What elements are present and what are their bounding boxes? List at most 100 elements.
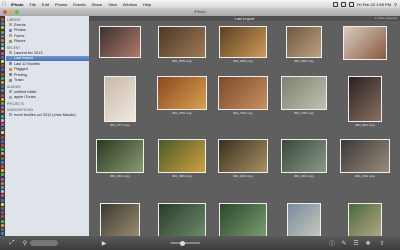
search-input[interactable]: [30, 240, 58, 246]
add-to-icon[interactable]: ✚: [364, 239, 372, 247]
dock-app-icon[interactable]: [1, 165, 4, 168]
dock-app-icon[interactable]: [1, 110, 4, 114]
volume-icon[interactable]: [348, 1, 354, 7]
dock-app-icon[interactable]: [1, 47, 4, 51]
photo-thumbnail[interactable]: [158, 203, 206, 238]
photo-thumbnail[interactable]: [100, 203, 140, 238]
dock-app-icon[interactable]: [1, 93, 4, 97]
photo-thumbnail[interactable]: IMG_3771 copy: [104, 76, 136, 127]
dock-app-icon[interactable]: [1, 106, 4, 110]
dock-app-icon[interactable]: [1, 26, 4, 30]
menu-share[interactable]: Share: [89, 2, 106, 7]
dock-app-icon[interactable]: [1, 219, 4, 223]
dock-app-icon[interactable]: [1, 97, 4, 101]
dock-app-icon[interactable]: [1, 60, 4, 63]
menu-app[interactable]: iPhoto: [8, 2, 26, 7]
minimize-icon[interactable]: [9, 10, 13, 14]
photo-thumbnail[interactable]: [219, 203, 267, 238]
slideshow-icon[interactable]: ▶: [100, 239, 108, 247]
dock-app-icon[interactable]: [1, 81, 4, 84]
dock-app-icon[interactable]: [1, 114, 4, 118]
sidebar-item-excel-feuilles-oct-2012-chez-maude-[interactable]: excel feuilles oct 2012 (chez Maude): [6, 112, 89, 118]
dock-app-icon[interactable]: [1, 55, 4, 59]
photo-thumbnail[interactable]: IMG_3911 copy: [348, 76, 382, 127]
photo-thumbnail[interactable]: [343, 26, 387, 61]
dock-app-icon[interactable]: [1, 194, 4, 198]
menu-window[interactable]: Window: [120, 2, 140, 7]
dock-app-icon[interactable]: [1, 232, 4, 236]
photo-thumbnail[interactable]: IMG_4041 copy: [340, 139, 390, 178]
dock-app-icon[interactable]: [1, 186, 4, 189]
menu-help[interactable]: Help: [140, 2, 154, 7]
dock-app-icon[interactable]: [1, 34, 4, 38]
dock-app-icon[interactable]: [1, 144, 4, 147]
dock-app-icon[interactable]: [1, 228, 4, 231]
info-icon[interactable]: ⓘ: [328, 239, 336, 248]
dock-app-icon[interactable]: [1, 181, 4, 185]
dock-app-icon[interactable]: [1, 160, 4, 164]
edit-icon[interactable]: ✎: [340, 239, 348, 247]
zoom-slider-knob[interactable]: [180, 240, 185, 246]
dock-app-icon[interactable]: [1, 22, 4, 26]
dock-app-icon[interactable]: [1, 102, 4, 105]
zoom-slider[interactable]: [170, 240, 200, 246]
photo-thumbnail[interactable]: IMG_3781 copy: [218, 76, 268, 115]
dock-app-icon[interactable]: [1, 152, 4, 156]
dock-app-icon[interactable]: [1, 135, 4, 139]
dock-app-icon[interactable]: [1, 89, 4, 93]
dock-app-icon[interactable]: [1, 18, 4, 21]
dock-app-icon[interactable]: [1, 85, 4, 89]
menu-file[interactable]: File: [26, 2, 38, 7]
dock-app-icon[interactable]: [1, 118, 4, 122]
sidebar-item-apple-itunes[interactable]: apple iTunes: [6, 95, 89, 101]
photo-thumbnail[interactable]: IMG_3591 copy: [219, 26, 267, 63]
photo-thumbnail[interactable]: IMG_3591 copy: [286, 26, 322, 63]
dock-app-icon[interactable]: [1, 173, 4, 177]
menu-edit[interactable]: Edit: [39, 2, 52, 7]
photo-thumbnail[interactable]: IMG_4031 copy: [218, 139, 268, 178]
dock-app-icon[interactable]: [1, 51, 4, 55]
dock-app-icon[interactable]: [1, 148, 4, 152]
photo-thumbnail[interactable]: IMG_4031 copy: [281, 139, 327, 178]
dock-app-icon[interactable]: [1, 64, 4, 68]
sidebar-item-trash[interactable]: Trash: [6, 78, 89, 84]
dock-app-icon[interactable]: [1, 211, 4, 215]
dock-app-icon[interactable]: [1, 169, 4, 173]
dock-app-icon[interactable]: [1, 207, 4, 210]
fullscreen-icon[interactable]: ⤢: [8, 239, 16, 247]
dock-app-icon[interactable]: [1, 68, 4, 72]
battery-icon[interactable]: [340, 1, 346, 7]
spotlight-icon[interactable]: ⚲: [394, 2, 397, 7]
zoom-icon[interactable]: [15, 10, 19, 14]
photo-thumbnail[interactable]: IMG_3981 copy: [158, 139, 206, 178]
sidebar-item-places[interactable]: Places: [6, 39, 89, 45]
wifi-icon[interactable]: [332, 1, 338, 7]
dock-app-icon[interactable]: [1, 76, 4, 80]
dock-app-icon[interactable]: [1, 123, 4, 126]
search-icon[interactable]: ⚲: [21, 239, 29, 247]
photo-thumbnail[interactable]: IMG_3591 copy: [158, 26, 206, 63]
share-icon[interactable]: ⇧: [378, 239, 386, 247]
dock-app-icon[interactable]: [1, 72, 4, 76]
dock-app-icon[interactable]: [1, 215, 4, 219]
dock-app-icon[interactable]: [1, 39, 4, 42]
dock-app-icon[interactable]: [1, 198, 4, 202]
menu-photos[interactable]: Photos: [52, 2, 70, 7]
create-icon[interactable]: ☰: [352, 239, 360, 247]
menu-view[interactable]: View: [105, 2, 120, 7]
dock-app-icon[interactable]: [1, 30, 4, 34]
dock-app-icon[interactable]: [1, 127, 4, 131]
photo-thumbnail[interactable]: IMG_3781 copy: [157, 76, 207, 115]
dock-app-icon[interactable]: [1, 156, 4, 160]
dock-app-icon[interactable]: [1, 131, 4, 135]
dock-app-icon[interactable]: [1, 190, 4, 194]
photo-thumbnail[interactable]: IMG_3931 copy: [96, 139, 144, 178]
photo-thumbnail[interactable]: [99, 26, 141, 59]
apple-menu-icon[interactable]: : [0, 1, 8, 7]
dock-app-icon[interactable]: [1, 43, 4, 47]
dock-app-icon[interactable]: [1, 202, 4, 206]
close-icon[interactable]: [3, 10, 7, 14]
dock-app-icon[interactable]: [1, 139, 4, 143]
dock-app-icon[interactable]: [1, 223, 4, 227]
clock[interactable]: Fri Feb 22 1:59 PM: [357, 2, 391, 7]
